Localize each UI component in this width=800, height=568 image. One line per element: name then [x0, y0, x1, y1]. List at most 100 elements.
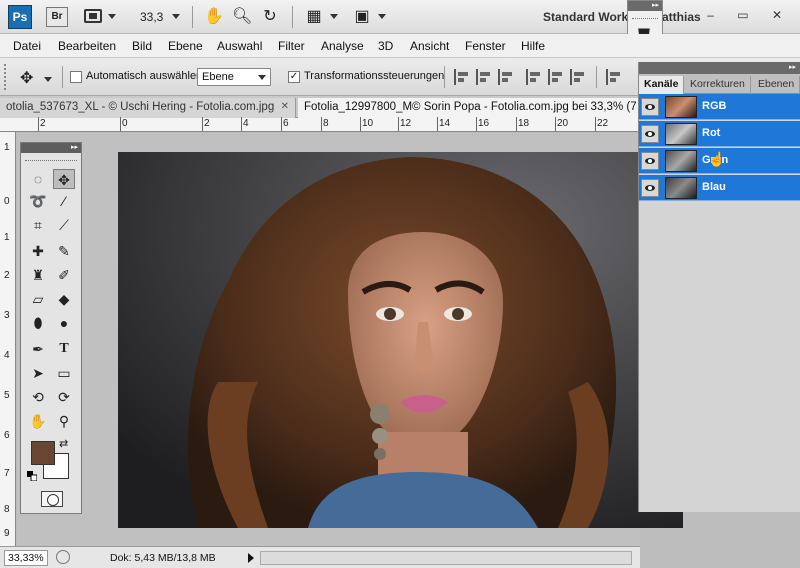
screen-mode-icon[interactable]: ▣: [352, 7, 372, 27]
menu-ebene[interactable]: Ebene: [168, 39, 203, 53]
auto-select-target-dropdown[interactable]: Ebene: [197, 68, 271, 86]
rotate-view-icon[interactable]: ↻: [260, 7, 280, 27]
channel-thumbnail: [665, 96, 697, 118]
move-tool-icon[interactable]: ✥: [53, 169, 75, 189]
lasso-tool-icon[interactable]: ➰: [27, 191, 49, 211]
bridge-button[interactable]: Br: [46, 7, 68, 27]
chevron-down-icon[interactable]: [330, 14, 338, 19]
3d-rotate-tool-icon[interactable]: ⟲: [27, 387, 49, 407]
hand-tool-icon[interactable]: ✋: [204, 7, 224, 27]
chevron-down-icon[interactable]: [172, 14, 180, 19]
ruler-tick: [38, 117, 39, 131]
align-bottom-icon[interactable]: [498, 69, 514, 85]
3d-orbit-tool-icon[interactable]: ⟳: [53, 387, 75, 407]
channel-row-rgb[interactable]: RGB: [639, 94, 800, 120]
close-icon[interactable]: ✕: [281, 101, 289, 112]
default-colors-icon[interactable]: [27, 471, 37, 481]
separator: [596, 66, 597, 88]
menu-fenster[interactable]: Fenster: [465, 39, 506, 53]
clone-stamp-tool-icon[interactable]: ♜: [27, 265, 49, 285]
crop-tool-icon[interactable]: ⌗: [27, 215, 49, 235]
document-tab-inactive[interactable]: otolia_537673_XL - © Uschi Hering - Foto…: [0, 98, 296, 118]
zoom-tool-icon[interactable]: ⚲: [53, 411, 75, 431]
menu-hilfe[interactable]: Hilfe: [521, 39, 545, 53]
align-vertical-center-icon[interactable]: [476, 69, 492, 85]
align-top-icon[interactable]: [454, 69, 470, 85]
zoom-level[interactable]: 33,3: [140, 10, 163, 24]
type-tool-icon[interactable]: T: [53, 339, 75, 359]
horizontal-scrollbar[interactable]: [260, 551, 632, 565]
move-tool-preset-icon[interactable]: ✥: [20, 68, 33, 88]
auto-select-checkbox[interactable]: [70, 71, 82, 83]
channel-row-blue[interactable]: Blau: [639, 175, 800, 201]
align-right-icon[interactable]: [570, 69, 586, 85]
channel-thumbnail: [665, 150, 697, 172]
menu-bearbeiten[interactable]: Bearbeiten: [58, 39, 116, 53]
visibility-eye-icon[interactable]: [641, 179, 659, 197]
transform-controls-checkbox[interactable]: ✓: [288, 71, 300, 83]
pen-tool-icon[interactable]: ✒: [27, 339, 49, 359]
menu-analyse[interactable]: Analyse: [321, 39, 364, 53]
swap-colors-icon[interactable]: ⇄: [59, 437, 68, 450]
workspace-switcher[interactable]: Standard Work: [543, 10, 628, 24]
tab-channels[interactable]: Kanäle: [639, 76, 685, 94]
align-left-icon[interactable]: [526, 69, 542, 85]
channel-row-red[interactable]: Rot: [639, 121, 800, 147]
horizontal-ruler[interactable]: 2 0 2 4 6 8 10 12 14 16 18 20 22: [0, 117, 640, 132]
menu-3d[interactable]: 3D: [378, 39, 393, 53]
document-profile-icon[interactable]: [56, 550, 70, 564]
status-menu-arrow-icon[interactable]: [248, 553, 254, 563]
foreground-color-swatch[interactable]: [31, 441, 55, 465]
chevron-down-icon[interactable]: [44, 77, 52, 82]
status-bar: 33,33% Dok: 5,43 MB/13,8 MB: [0, 546, 640, 568]
paint-bucket-tool-icon[interactable]: ◆: [53, 289, 75, 309]
document-tab-label: otolia_537673_XL - © Uschi Hering - Foto…: [6, 101, 275, 113]
zoom-tool-icon[interactable]: 🔍︎: [232, 7, 252, 27]
panel-collapse-icon[interactable]: ▸▸: [21, 143, 81, 153]
options-grip[interactable]: [4, 64, 8, 90]
ruler-tick: [321, 117, 322, 131]
visibility-eye-icon[interactable]: [641, 98, 659, 116]
visibility-eye-icon[interactable]: [641, 125, 659, 143]
document-image[interactable]: [118, 152, 683, 528]
visibility-eye-icon[interactable]: [641, 152, 659, 170]
brush-tool-icon[interactable]: ✎: [53, 241, 75, 261]
healing-brush-tool-icon[interactable]: ✚: [27, 241, 49, 261]
chevron-down-icon[interactable]: [378, 14, 386, 19]
panel-collapse-icon[interactable]: ▸▸: [639, 62, 800, 74]
eyedropper-tool-icon[interactable]: ⟋: [53, 215, 75, 235]
document-tab-active[interactable]: Fotolia_12997800_M© Sorin Popa - Fotolia…: [298, 98, 640, 118]
menu-datei[interactable]: Datei: [13, 39, 41, 53]
ruler-label: 4: [243, 118, 249, 129]
menu-bild[interactable]: Bild: [132, 39, 152, 53]
menu-auswahl[interactable]: Auswahl: [217, 39, 262, 53]
arrange-documents-icon[interactable]: ▦: [304, 7, 324, 27]
align-horizontal-center-icon[interactable]: [548, 69, 564, 85]
panel-grip[interactable]: [632, 13, 658, 19]
ruler-label: 4: [4, 350, 10, 361]
magic-wand-tool-icon[interactable]: ⁄: [53, 191, 75, 211]
panel-grip[interactable]: [25, 155, 77, 161]
menu-ansicht[interactable]: Ansicht: [410, 39, 449, 53]
ruler-label: 14: [439, 118, 451, 129]
hand-tool-icon[interactable]: ✋: [27, 411, 49, 431]
photoshop-logo: Ps: [8, 5, 32, 29]
history-brush-tool-icon[interactable]: ✐: [53, 265, 75, 285]
eraser-tool-icon[interactable]: ▱: [27, 289, 49, 309]
blur-tool-icon[interactable]: ⬮: [27, 313, 49, 333]
marquee-tool-icon[interactable]: ◌: [27, 169, 49, 189]
rectangle-tool-icon[interactable]: ▭: [53, 363, 75, 383]
path-selection-tool-icon[interactable]: ➤: [27, 363, 49, 383]
tab-layers[interactable]: Ebenen: [753, 76, 800, 94]
window-controls[interactable]: – ▭ ✕: [707, 8, 792, 22]
vertical-ruler[interactable]: 1 0 1 2 3 4 5 6 7 8 9: [0, 132, 16, 546]
zoom-percentage-field[interactable]: 33,33%: [4, 550, 48, 566]
quick-mask-button[interactable]: [41, 491, 63, 507]
panel-collapse-icon[interactable]: ▸▸: [628, 1, 662, 11]
mini-bridge-icon[interactable]: [84, 9, 102, 23]
chevron-down-icon[interactable]: [108, 14, 116, 19]
menu-filter[interactable]: Filter: [278, 39, 305, 53]
tab-adjustments[interactable]: Korrekturen: [685, 76, 751, 94]
dodge-tool-icon[interactable]: ●: [53, 313, 75, 333]
distribute-top-icon[interactable]: [606, 69, 622, 85]
